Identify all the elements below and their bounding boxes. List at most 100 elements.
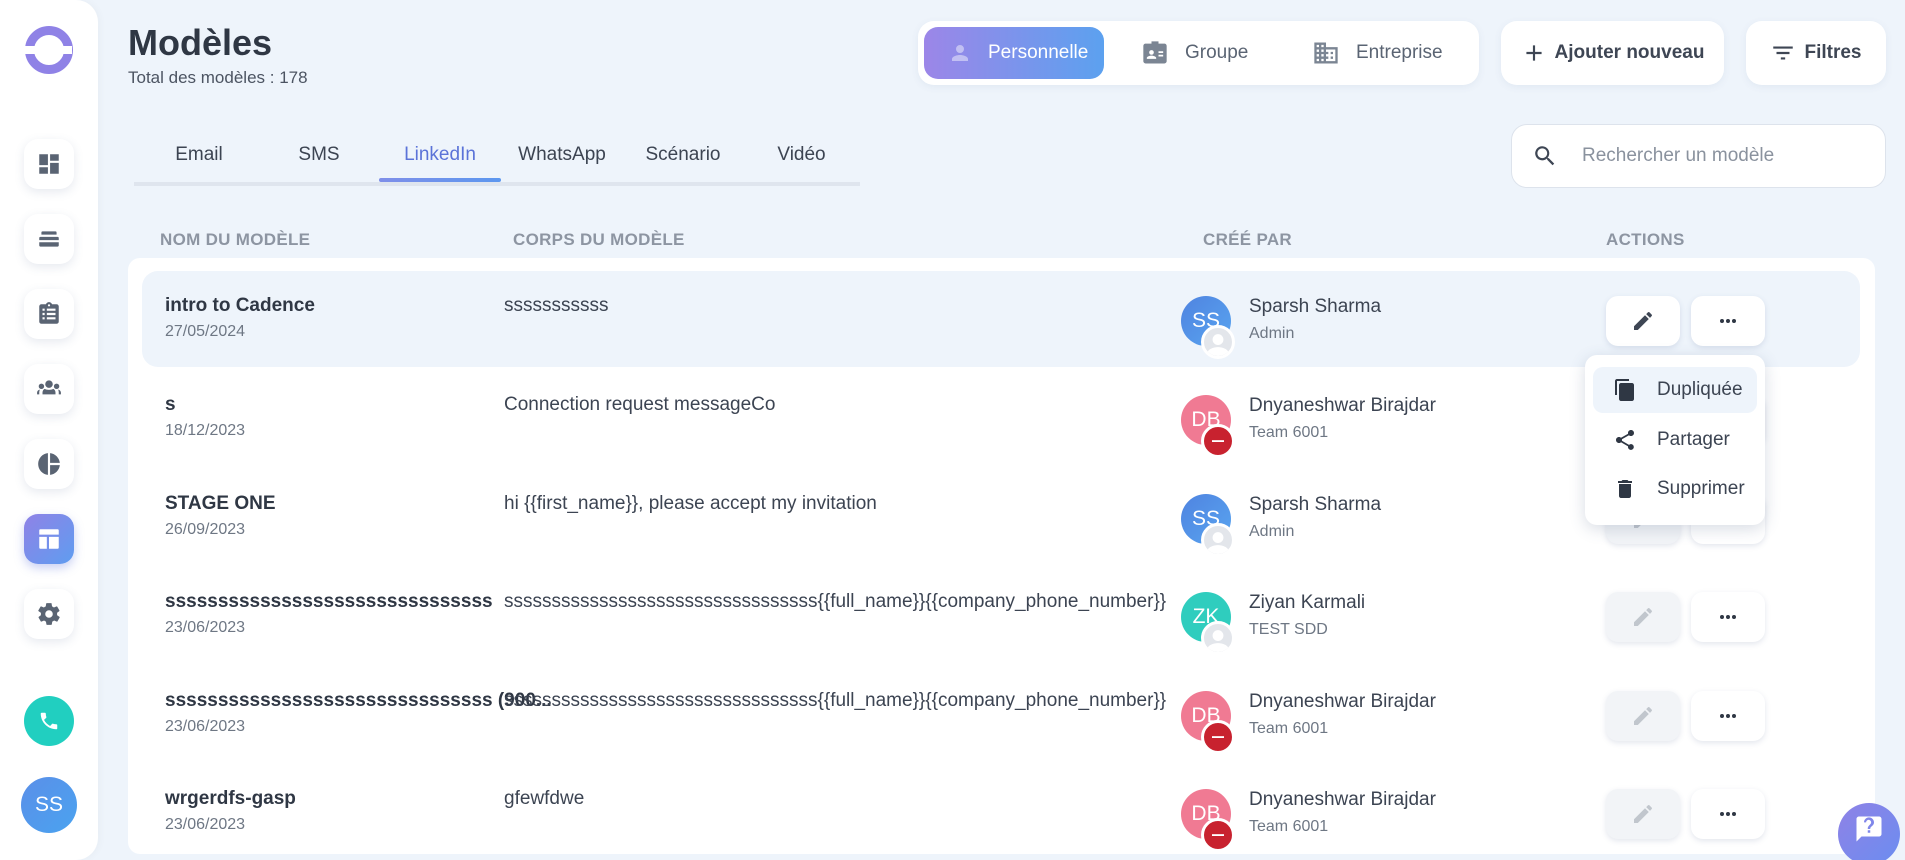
- team-badge: ▬▬: [1201, 720, 1235, 754]
- menu-item-delete[interactable]: Supprimer: [1593, 466, 1757, 512]
- templates-icon: [39, 529, 59, 549]
- creator-role: Admin: [1249, 523, 1295, 540]
- template-body: sssssssssssssssssssssssssssssssss{{full_…: [504, 591, 1167, 612]
- template-name: wrgerdfs-gasp: [165, 788, 296, 809]
- scope-segmented-control: Personnelle Groupe Entreprise: [918, 21, 1479, 85]
- user-avatar[interactable]: SS: [21, 777, 77, 833]
- templates-count: Total des modèles : 178: [128, 68, 308, 87]
- add-new-button[interactable]: Ajouter nouveau: [1501, 21, 1724, 85]
- stats-nav-button[interactable]: [24, 439, 74, 489]
- template-date: 27/05/2024: [165, 323, 246, 340]
- menu-item-label: Partager: [1657, 429, 1730, 450]
- clipboard-icon: [39, 302, 59, 324]
- cadence-nav-button[interactable]: [24, 214, 74, 264]
- template-name: s: [165, 394, 176, 415]
- table-row[interactable]: sssssssssssssssssssssssssssssss 23/06/20…: [142, 567, 1860, 663]
- column-header-created-by: CRÉÉ PAR: [1203, 230, 1292, 249]
- team-logo: ▬▬: [1212, 832, 1224, 838]
- phone-icon: [40, 712, 58, 730]
- creator-role: TEST SDD: [1249, 621, 1328, 638]
- person-icon: [952, 45, 968, 61]
- segment-label: Entreprise: [1356, 42, 1443, 63]
- edit-button[interactable]: [1606, 296, 1680, 346]
- help-chat-icon: [1856, 816, 1882, 842]
- column-header-actions: ACTIONS: [1606, 230, 1685, 249]
- search-input[interactable]: [1582, 145, 1872, 167]
- pencil-icon: [1634, 608, 1652, 626]
- tab-sms[interactable]: SMS: [264, 144, 374, 186]
- template-body: sssssssssssssssssssssssssssssssss{{full_…: [504, 690, 1167, 711]
- segment-entreprise[interactable]: Entreprise: [1312, 27, 1443, 79]
- more-dots-icon: [1720, 615, 1736, 619]
- settings-nav-button[interactable]: [24, 589, 74, 639]
- call-button[interactable]: [24, 696, 74, 746]
- people-icon: [37, 380, 61, 395]
- creator-role: Team 6001: [1249, 424, 1329, 441]
- pencil-icon: [1634, 805, 1652, 823]
- team-badge: [1201, 325, 1235, 359]
- help-chat-button[interactable]: [1838, 803, 1900, 860]
- team-logo: ▬▬: [1212, 438, 1224, 444]
- table-row[interactable]: sssssssssssssssssssssssssssssss (900... …: [142, 666, 1860, 762]
- table-row[interactable]: wrgerdfs-gasp 23/06/2023 gfewfdwe DB ▬▬ …: [142, 764, 1860, 860]
- table-row[interactable]: intro to Cadence 27/05/2024 sssssssssss …: [142, 271, 1860, 367]
- dashboard-nav-button[interactable]: [24, 139, 74, 189]
- segment-personnelle[interactable]: Personnelle: [924, 27, 1104, 79]
- row-actions-menu: Dupliquée Partager Supprimer: [1585, 355, 1765, 525]
- template-body: gfewfdwe: [504, 788, 585, 809]
- tasks-nav-button[interactable]: [24, 289, 74, 339]
- creator-role: Admin: [1249, 325, 1295, 342]
- more-actions-button[interactable]: [1691, 296, 1765, 346]
- edit-button[interactable]: [1606, 691, 1680, 741]
- search-box: [1511, 124, 1886, 188]
- filters-label: Filtres: [1804, 42, 1862, 63]
- active-tab-indicator: [379, 178, 501, 182]
- plus-icon: [1525, 45, 1542, 61]
- creator-name: Ziyan Karmali: [1249, 592, 1366, 613]
- team-badge: [1201, 621, 1235, 655]
- menu-item-share[interactable]: Partager: [1593, 417, 1757, 463]
- template-body: Connection request messageCo: [504, 394, 776, 415]
- pencil-icon: [1634, 312, 1652, 330]
- more-dots-icon: [1720, 319, 1736, 323]
- creator-role: Team 6001: [1249, 818, 1329, 835]
- creator-name: Sparsh Sharma: [1249, 494, 1382, 515]
- template-date: 23/06/2023: [165, 619, 246, 636]
- more-actions-button[interactable]: [1691, 789, 1765, 839]
- segment-groupe[interactable]: Groupe: [1141, 27, 1248, 79]
- cadence-layers-icon: [39, 231, 59, 247]
- creator-role: Team 6001: [1249, 720, 1329, 737]
- copy-icon: [1615, 379, 1634, 401]
- building-icon: [1314, 42, 1338, 64]
- trash-icon: [1618, 480, 1632, 498]
- tab-email[interactable]: Email: [134, 144, 264, 186]
- share-icon: [1616, 430, 1634, 450]
- filters-button[interactable]: Filtres: [1746, 21, 1886, 85]
- tab-scenario[interactable]: Scénario: [623, 144, 743, 186]
- app-logo[interactable]: [24, 26, 73, 74]
- more-dots-icon: [1720, 714, 1736, 718]
- id-card-icon: [1143, 41, 1167, 64]
- more-actions-button[interactable]: [1691, 691, 1765, 741]
- creator-name: Sparsh Sharma: [1249, 296, 1382, 317]
- team-badge: ▬▬: [1201, 424, 1235, 458]
- template-date: 23/06/2023: [165, 816, 246, 833]
- gear-icon: [38, 603, 60, 625]
- creator-name: Dnyaneshwar Birajdar: [1249, 691, 1436, 712]
- menu-item-duplicate[interactable]: Dupliquée: [1593, 367, 1757, 413]
- edit-button[interactable]: [1606, 592, 1680, 642]
- edit-button[interactable]: [1606, 789, 1680, 839]
- people-nav-button[interactable]: [24, 364, 74, 414]
- template-date: 23/06/2023: [165, 718, 246, 735]
- templates-nav-button[interactable]: [24, 514, 74, 564]
- template-name: sssssssssssssssssssssssssssssss: [165, 591, 493, 612]
- pencil-icon: [1634, 707, 1652, 725]
- user-silhouette-icon: [1207, 630, 1229, 652]
- segment-label: Groupe: [1185, 42, 1249, 63]
- dashboard-icon: [39, 154, 59, 174]
- creator-name: Dnyaneshwar Birajdar: [1249, 789, 1436, 810]
- tab-video[interactable]: Vidéo: [743, 144, 860, 186]
- more-actions-button[interactable]: [1691, 592, 1765, 642]
- tab-whatsapp[interactable]: WhatsApp: [501, 144, 623, 186]
- template-name: STAGE ONE: [165, 493, 276, 514]
